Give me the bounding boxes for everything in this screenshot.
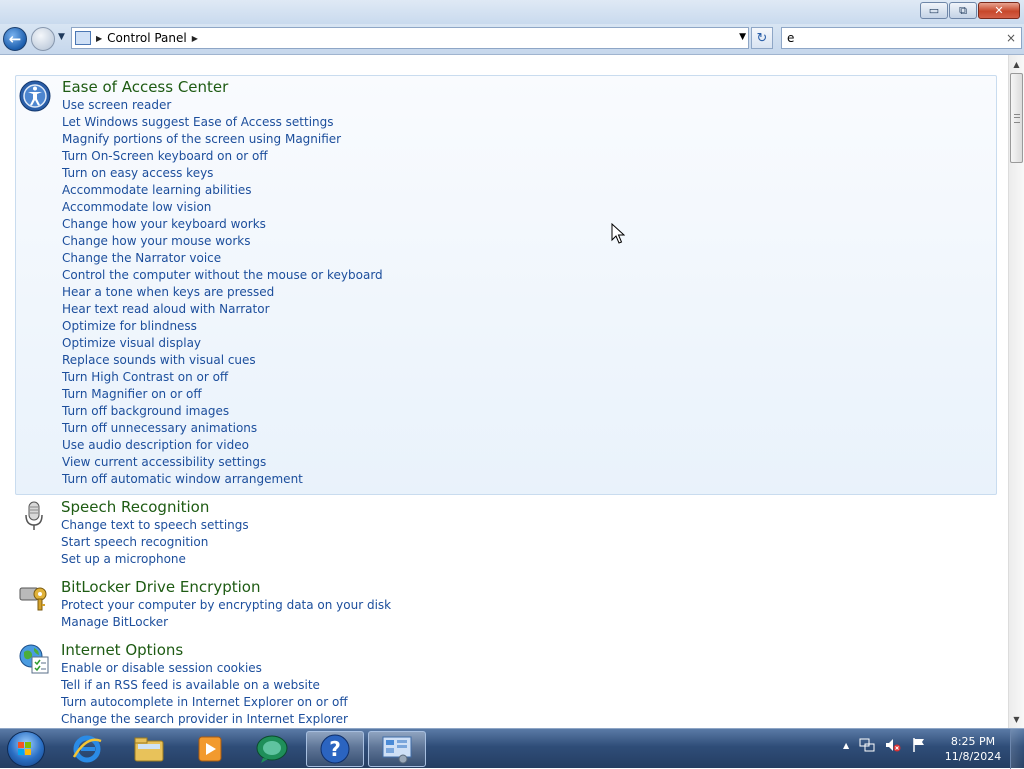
microphone-icon bbox=[25, 501, 43, 530]
task-link[interactable]: Optimize for blindness bbox=[62, 318, 383, 335]
address-dropdown-icon[interactable]: ▼ bbox=[739, 32, 746, 42]
internet-explorer-icon bbox=[72, 735, 102, 763]
group-title[interactable]: Ease of Access Center bbox=[62, 78, 228, 96]
mouse-cursor-icon bbox=[611, 223, 625, 244]
task-link[interactable]: Optimize visual display bbox=[62, 335, 383, 352]
task-link[interactable]: Turn off automatic window arrangement bbox=[62, 471, 383, 488]
help-icon: ? bbox=[320, 734, 350, 764]
show-hidden-icons-button[interactable]: ▲ bbox=[843, 741, 849, 750]
task-link[interactable]: Turn off unnecessary animations bbox=[62, 420, 383, 437]
search-results-pane: Ease of Access Center Use screen reader … bbox=[0, 55, 1008, 728]
internet-options-globe-icon bbox=[19, 644, 49, 674]
task-link[interactable]: Use audio description for video bbox=[62, 437, 383, 454]
windows-logo-icon bbox=[18, 742, 31, 755]
window-controls: ▭ ⧉ ✕ bbox=[919, 2, 1020, 19]
control-panel-icon bbox=[382, 736, 412, 764]
task-link[interactable]: Start speech recognition bbox=[61, 534, 249, 551]
bitlocker-keys-icon bbox=[19, 587, 47, 611]
task-link[interactable]: Accommodate low vision bbox=[62, 199, 383, 216]
task-link[interactable]: Manage BitLocker bbox=[61, 614, 391, 631]
system-tray: ▲ bbox=[843, 737, 927, 753]
window-title-bar: ▭ ⧉ ✕ bbox=[0, 0, 1024, 24]
action-center-flag-icon[interactable] bbox=[911, 737, 927, 753]
task-link[interactable]: Change how your keyboard works bbox=[62, 216, 383, 233]
back-button[interactable]: ← bbox=[3, 27, 27, 51]
taskbar: ? ▲ 8:25 PM 11/8/2024 bbox=[0, 728, 1024, 769]
start-button[interactable] bbox=[7, 731, 45, 767]
task-link[interactable]: Turn on easy access keys bbox=[62, 165, 383, 182]
ease-of-access-icon bbox=[19, 80, 51, 112]
clock-time: 8:25 PM bbox=[950, 735, 996, 748]
breadcrumb-chevron-icon[interactable]: ▶ bbox=[96, 34, 102, 43]
task-link[interactable]: Protect your computer by encrypting data… bbox=[61, 597, 391, 614]
task-link[interactable]: Use screen reader bbox=[62, 97, 383, 114]
task-link[interactable]: Turn autocomplete in Internet Explorer o… bbox=[61, 694, 348, 711]
address-bar[interactable]: ▶ Control Panel ▶ ▼ bbox=[71, 27, 749, 49]
recent-pages-dropdown[interactable]: ▼ bbox=[58, 32, 65, 42]
system-clock[interactable]: 8:25 PM 11/8/2024 bbox=[938, 734, 1008, 764]
svg-text:?: ? bbox=[329, 737, 341, 761]
forward-button[interactable] bbox=[31, 27, 55, 51]
search-box[interactable]: × bbox=[781, 27, 1022, 49]
result-group-speech-recognition: Speech Recognition Change text to speech… bbox=[15, 496, 997, 574]
navigation-bar: ← ▼ ▶ Control Panel ▶ ▼ ↻ × bbox=[0, 24, 1024, 55]
task-link[interactable]: Enable or disable session cookies bbox=[61, 660, 348, 677]
refresh-button[interactable]: ↻ bbox=[751, 27, 773, 49]
task-link[interactable]: Control the computer without the mouse o… bbox=[62, 267, 383, 284]
taskbar-help-and-support[interactable]: ? bbox=[306, 731, 364, 767]
task-link[interactable]: View current accessibility settings bbox=[62, 454, 383, 471]
group-title[interactable]: BitLocker Drive Encryption bbox=[61, 578, 260, 596]
maximize-button[interactable]: ⧉ bbox=[949, 2, 977, 19]
windows-explorer-icon bbox=[134, 737, 164, 762]
task-link[interactable]: Let Windows suggest Ease of Access setti… bbox=[62, 114, 383, 131]
clock-date: 11/8/2024 bbox=[944, 750, 1002, 763]
task-link[interactable]: Turn Magnifier on or off bbox=[62, 386, 383, 403]
scroll-down-arrow-icon[interactable]: ▼ bbox=[1009, 711, 1024, 727]
scroll-up-arrow-icon[interactable]: ▲ bbox=[1009, 56, 1024, 72]
breadcrumb-chevron-icon[interactable]: ▶ bbox=[192, 34, 198, 43]
task-link[interactable]: Magnify portions of the screen using Mag… bbox=[62, 131, 383, 148]
task-link[interactable]: Change the search provider in Internet E… bbox=[61, 711, 348, 728]
close-button[interactable]: ✕ bbox=[978, 2, 1020, 19]
taskbar-media-player[interactable] bbox=[181, 731, 239, 767]
task-link[interactable]: Turn High Contrast on or off bbox=[62, 369, 383, 386]
minimize-button[interactable]: ▭ bbox=[920, 2, 948, 19]
task-link[interactable]: Replace sounds with visual cues bbox=[62, 352, 383, 369]
chat-bubble-icon bbox=[256, 735, 288, 763]
task-link[interactable]: Accommodate learning abilities bbox=[62, 182, 383, 199]
taskbar-chat-app[interactable] bbox=[243, 731, 301, 767]
result-group-bitlocker: BitLocker Drive Encryption Protect your … bbox=[15, 576, 997, 636]
task-link[interactable]: Change text to speech settings bbox=[61, 517, 249, 534]
taskbar-windows-explorer[interactable] bbox=[120, 731, 178, 767]
task-link[interactable]: Hear text read aloud with Narrator bbox=[62, 301, 383, 318]
network-icon[interactable] bbox=[859, 737, 875, 753]
clear-search-icon[interactable]: × bbox=[1006, 31, 1016, 45]
media-player-icon bbox=[198, 736, 222, 762]
taskbar-control-panel[interactable] bbox=[368, 731, 426, 767]
task-link[interactable]: Set up a microphone bbox=[61, 551, 249, 568]
group-title[interactable]: Internet Options bbox=[61, 641, 183, 659]
search-input[interactable] bbox=[787, 31, 997, 45]
control-panel-icon bbox=[75, 31, 91, 45]
group-title[interactable]: Speech Recognition bbox=[61, 498, 209, 516]
show-desktop-button[interactable] bbox=[1010, 729, 1024, 769]
task-link[interactable]: Turn off background images bbox=[62, 403, 383, 420]
task-link[interactable]: Tell if an RSS feed is available on a we… bbox=[61, 677, 348, 694]
result-group-internet-options: Internet Options Enable or disable sessi… bbox=[15, 639, 997, 728]
breadcrumb-control-panel[interactable]: Control Panel bbox=[107, 31, 187, 45]
vertical-scrollbar[interactable]: ▲ ▼ bbox=[1008, 55, 1024, 728]
volume-muted-icon[interactable] bbox=[885, 737, 901, 753]
task-link[interactable]: Hear a tone when keys are pressed bbox=[62, 284, 383, 301]
task-link[interactable]: Turn On-Screen keyboard on or off bbox=[62, 148, 383, 165]
task-link[interactable]: Change how your mouse works bbox=[62, 233, 383, 250]
task-link[interactable]: Change the Narrator voice bbox=[62, 250, 383, 267]
taskbar-internet-explorer[interactable] bbox=[58, 731, 116, 767]
result-group-ease-of-access: Ease of Access Center Use screen reader … bbox=[15, 75, 997, 495]
scrollbar-thumb[interactable] bbox=[1010, 73, 1023, 163]
